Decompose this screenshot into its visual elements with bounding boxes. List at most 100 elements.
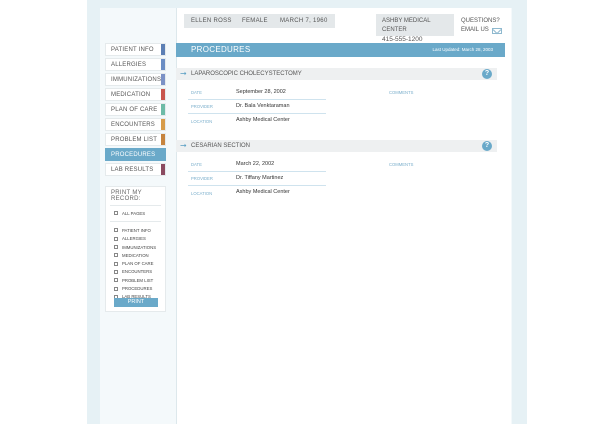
print-option-all-pages[interactable]: ALL PAGES [106,209,165,217]
checkbox[interactable] [114,269,118,274]
procedure-location: Ashby Medical Center [236,189,290,195]
procedure-provider: Dr. Bala Venktaraman [236,103,290,109]
print-option[interactable]: PROBLEM LIST [106,276,165,284]
sidebar-item-label: ENCOUNTERS [111,122,156,128]
date-label: DATE [191,90,202,95]
print-option-label: MEDICATION [122,252,149,258]
print-option[interactable]: ENCOUNTERS [106,268,165,276]
last-updated: Last Updated: March 28, 2003 [432,47,493,52]
print-title: PRINT MY RECORD: [111,190,142,202]
print-option-label: PATIENT INFO [122,227,151,233]
print-divider [110,205,161,206]
patient-dob: MARCH 7, 1960 [273,14,335,28]
date-label: DATE [191,162,202,167]
print-option-label: PLAN OF CARE [122,261,154,267]
arrow-right-icon: ➞ [180,141,187,150]
sidebar-item-plan-of-care[interactable]: PLAN OF CARE [105,103,166,116]
field-divider [188,113,326,114]
checkbox[interactable] [114,245,118,250]
color-tab [161,89,165,100]
checkbox[interactable] [114,286,118,291]
print-button[interactable]: PRINT [114,298,158,307]
print-option-label: IMMUNIZATIONS [122,244,157,250]
arrow-right-icon: ➞ [180,69,187,78]
print-option[interactable]: ALLERGIES [106,235,165,243]
field-divider [188,185,326,186]
sidebar-item-label: PROBLEM LIST [111,137,158,143]
color-tab [161,59,165,70]
sidebar-item-label: IMMUNIZATIONS [111,77,162,83]
comments-label: COMMENTS [389,162,414,167]
field-divider [188,99,326,100]
color-tab [161,164,165,175]
print-option[interactable]: IMMUNIZATIONS [106,243,165,251]
email-us-label[interactable]: EMAIL US [461,26,489,35]
print-option[interactable]: PLAN OF CARE [106,259,165,267]
help-icon[interactable]: ? [482,69,492,79]
section-header: PROCEDURES Last Updated: March 28, 2003 [176,43,505,57]
color-tab [161,104,165,115]
sidebar-item-patient-info[interactable]: PATIENT INFO [105,43,166,56]
procedure-date: September 28, 2002 [236,89,286,95]
print-option-label: ALLERGIES [122,236,146,242]
print-option[interactable]: MEDICATION [106,251,165,259]
questions-block: QUESTIONS? EMAIL US [461,17,502,35]
section-title: PROCEDURES [191,45,251,54]
patient-sex: FEMALE [235,14,275,28]
sidebar-item-procedures[interactable]: PROCEDURES [105,148,166,161]
checkbox[interactable] [114,228,118,233]
checkbox[interactable] [114,236,118,241]
checkbox[interactable] [114,253,118,258]
procedure-header[interactable]: ➞ CESARIAN SECTION ? [176,140,497,152]
print-option-label: PROBLEM LIST [122,277,154,283]
sidebar-item-lab-results[interactable]: LAB RESULTS [105,163,166,176]
provider-contact: ASHBY MEDICAL CENTER 415-555-1200 [376,14,454,43]
color-tab [161,119,165,130]
color-tab [161,74,165,85]
field-divider [188,171,326,172]
location-label: LOCATION [191,119,213,124]
print-divider [110,221,161,223]
sidebar-nav: PATIENT INFO ALLERGIES IMMUNIZATIONS MEDICA… [105,43,166,178]
sidebar-item-medication[interactable]: MEDICATION [105,88,166,101]
print-option-label: ALL PAGES [122,210,146,216]
print-option-label: PROCEDURES [122,286,153,292]
sidebar-item-label: LAB RESULTS [111,167,154,173]
provider-office: ASHBY MEDICAL CENTER [382,18,431,33]
procedure-location: Ashby Medical Center [236,117,290,123]
procedure-name: LAPAROSCOPIC CHOLECYSTECTOMY [191,71,302,77]
procedure-name: CESARIAN SECTION [191,143,251,149]
sidebar-item-immunizations[interactable]: IMMUNIZATIONS [105,73,166,86]
procedure-header[interactable]: ➞ LAPAROSCOPIC CHOLECYSTECTOMY ? [176,68,497,80]
sidebar-item-label: PLAN OF CARE [111,107,158,113]
sidebar-item-label: PATIENT INFO [111,47,154,53]
color-tab [161,149,165,160]
mail-icon[interactable] [491,27,502,34]
print-record-panel: PRINT MY RECORD: ALL PAGES PATIENT INFO A… [105,186,166,312]
procedure-date: March 22, 2002 [236,161,275,167]
print-option-label: ENCOUNTERS [122,269,153,275]
sidebar-item-problem-list[interactable]: PROBLEM LIST [105,133,166,146]
print-option[interactable]: PATIENT INFO [106,226,165,234]
sidebar-item-label: ALLERGIES [111,62,147,68]
patient-name: ELLEN ROSS [184,14,239,28]
sidebar-item-allergies[interactable]: ALLERGIES [105,58,166,71]
questions-label: QUESTIONS? [461,18,500,24]
help-icon[interactable]: ? [482,141,492,151]
sidebar-item-encounters[interactable]: ENCOUNTERS [105,118,166,131]
checkbox[interactable] [114,278,118,283]
comments-label: COMMENTS [389,90,414,95]
color-tab [161,134,165,145]
color-tab [161,44,165,55]
sidebar-item-label: PROCEDURES [111,152,156,158]
print-option[interactable]: PROCEDURES [106,284,165,292]
sidebar-item-label: MEDICATION [111,92,151,98]
procedure-provider: Dr. Tiffany Martinez [236,175,284,181]
print-options-list: PATIENT INFO ALLERGIES IMMUNIZATIONS MEDICA… [106,226,165,301]
provider-label: PROVIDER [191,104,213,109]
provider-label: PROVIDER [191,176,213,181]
location-label: LOCATION [191,191,213,196]
checkbox[interactable] [114,261,118,266]
checkbox[interactable] [114,211,118,216]
email-us-link[interactable]: EMAIL US [461,26,502,35]
